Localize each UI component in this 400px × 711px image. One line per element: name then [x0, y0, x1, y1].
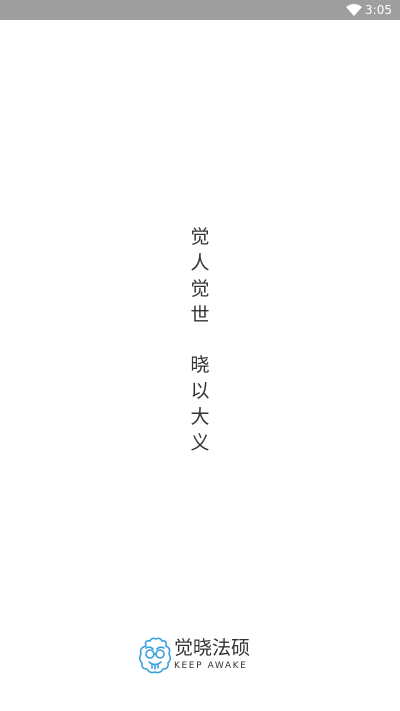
brand-name: 觉晓法硕	[174, 637, 251, 659]
wifi-icon	[346, 4, 362, 16]
slogan-char: 以	[190, 380, 210, 402]
owl-logo-icon	[138, 637, 172, 674]
slogan-char: 大	[190, 406, 210, 428]
brand-tagline: KEEP AWAKE	[174, 661, 248, 671]
slogan-char: 晓	[190, 354, 210, 376]
slogan-char: 觉	[190, 226, 210, 248]
status-bar: 3:05	[0, 0, 400, 20]
brand-logo-block: 觉晓法硕 KEEP AWAKE	[138, 636, 268, 676]
slogan-char: 觉	[190, 278, 210, 300]
slogan-gap	[188, 328, 212, 352]
slogan-char: 人	[190, 252, 210, 274]
slogan-char: 义	[190, 432, 210, 454]
status-time: 3:05	[365, 3, 392, 17]
slogan: 觉 人 觉 世 晓 以 大 义	[188, 224, 212, 456]
slogan-char: 世	[190, 304, 210, 326]
